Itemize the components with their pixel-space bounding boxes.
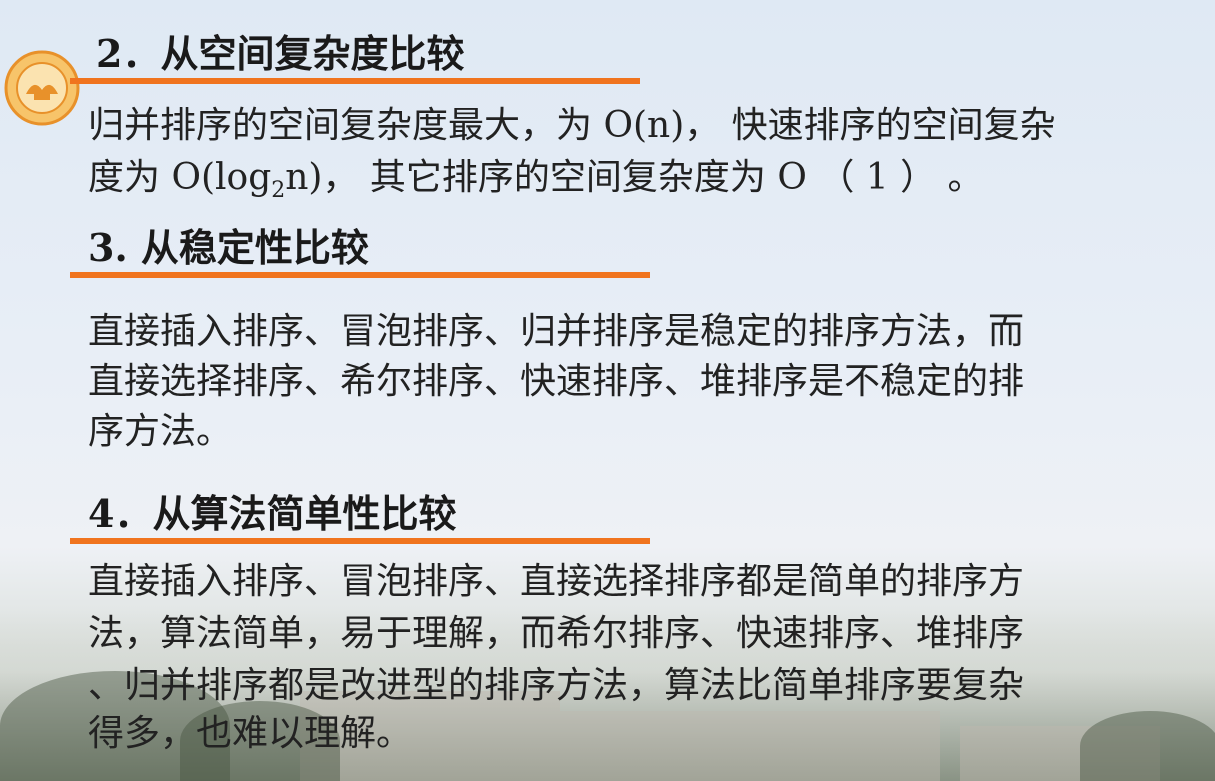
paragraph-line: 度为 O(log2n)， 其它排序的空间复杂度为 O （ 1 ） 。 (88, 157, 984, 203)
heading-underline (70, 538, 650, 544)
heading-underline (70, 78, 640, 84)
paragraph-line: 得多，也难以理解。 (88, 713, 413, 754)
paragraph-line: 、归并排序都是改进型的排序方法，算法比简单排序要复杂 (88, 665, 1025, 706)
paragraph-line: 直接插入排序、冒泡排序、直接选择排序都是简单的排序方 (88, 561, 1025, 602)
heading-underline (70, 272, 650, 278)
paragraph-line: 序方法。 (88, 411, 233, 452)
section-heading-simplicity: 4．从算法简单性比较 (88, 491, 457, 536)
paragraph-line: 直接选择排序、希尔排序、快速排序、堆排序是不稳定的排 (88, 361, 1025, 402)
tree-shape (1080, 711, 1215, 781)
paragraph-line: 直接插入排序、冒泡排序、归并排序是稳定的排序方法，而 (88, 311, 1025, 352)
paragraph-line: 归并排序的空间复杂度最大，为 O(n)， 快速排序的空间复杂 (88, 105, 1056, 146)
building-shape (560, 711, 940, 781)
section-heading-space: 2．从空间复杂度比较 (96, 31, 465, 76)
paragraph-line: 法，算法简单，易于理解，而希尔排序、快速排序、堆排序 (88, 613, 1025, 654)
university-seal-logo (4, 50, 80, 126)
section-heading-stability: 3. 从稳定性比较 (88, 225, 369, 270)
